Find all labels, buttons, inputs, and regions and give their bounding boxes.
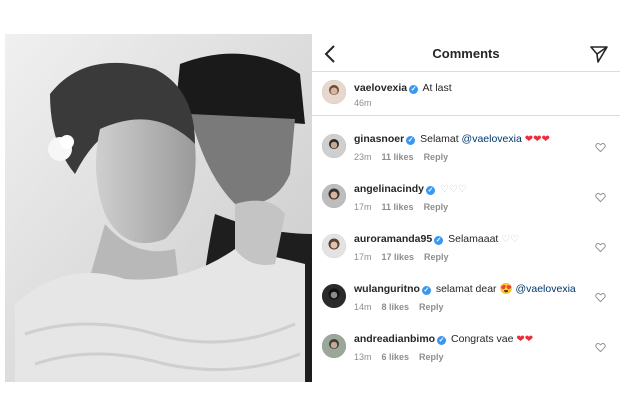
comment-time: 14m	[354, 302, 372, 312]
reply-button[interactable]: Reply	[424, 252, 449, 262]
comment-text: Selamaaat	[448, 233, 502, 245]
comment-time: 23m	[354, 152, 372, 162]
post-photo	[5, 34, 312, 382]
comment-time: 13m	[354, 352, 372, 362]
heart-outline-icon[interactable]	[595, 192, 606, 203]
emoji: ♡♡♡	[439, 184, 467, 195]
verified-badge-icon: ✓	[409, 85, 419, 94]
verified-badge-icon: ✓	[421, 286, 431, 295]
mention-link[interactable]: @vaelovexia	[462, 133, 522, 145]
avatar[interactable]	[322, 284, 346, 308]
verified-badge-icon: ✓	[434, 236, 444, 245]
caption-text: At last	[422, 82, 452, 94]
comment-text: Selamat	[420, 133, 462, 145]
comment-text: Congrats vae	[451, 333, 517, 345]
emoji: 😍	[499, 283, 513, 295]
verified-badge-icon: ✓	[426, 186, 436, 195]
verified-badge-icon: ✓	[437, 336, 447, 345]
emoji: ❤❤❤	[524, 134, 550, 145]
heart-outline-icon[interactable]	[595, 292, 606, 303]
paper-plane-icon[interactable]	[590, 45, 608, 63]
likes-count[interactable]: 6 likes	[382, 352, 410, 362]
comment-time: 17m	[354, 202, 372, 212]
heart-outline-icon[interactable]	[595, 142, 606, 153]
avatar[interactable]	[322, 334, 346, 358]
username[interactable]: ginasnoer	[354, 133, 404, 145]
post-caption: vaelovexia ✓ At last 46m	[312, 72, 620, 116]
likes-count[interactable]: 17 likes	[382, 252, 415, 262]
username[interactable]: andreadianbimo	[354, 333, 435, 345]
emoji: ❤❤	[516, 334, 534, 345]
avatar[interactable]	[322, 234, 346, 258]
heart-outline-icon[interactable]	[595, 342, 606, 353]
likes-count[interactable]: 11 likes	[382, 152, 414, 162]
reply-button[interactable]: Reply	[419, 302, 444, 312]
comment-text: selamat dear	[435, 283, 500, 295]
caption-time: 46m	[354, 98, 372, 108]
avatar[interactable]	[322, 184, 346, 208]
reply-button[interactable]: Reply	[419, 352, 444, 362]
comments-panel: Comments vaelovexia ✓ At last 46m ginasno…	[312, 34, 620, 382]
username[interactable]: angelinacindy	[354, 183, 424, 195]
comment-time: 17m	[354, 252, 372, 262]
avatar[interactable]	[322, 80, 346, 104]
mention-link[interactable]: @vaelovexia	[515, 283, 575, 295]
reply-button[interactable]: Reply	[424, 152, 449, 162]
likes-count[interactable]: 11 likes	[382, 202, 414, 212]
username[interactable]: auroramanda95	[354, 233, 432, 245]
heart-outline-icon[interactable]	[595, 242, 606, 253]
avatar[interactable]	[322, 134, 346, 158]
username[interactable]: vaelovexia	[354, 82, 407, 94]
likes-count[interactable]: 8 likes	[382, 302, 410, 312]
username[interactable]: wulanguritno	[354, 283, 420, 295]
header-bar: Comments	[312, 34, 620, 72]
emoji: ♡♡	[501, 234, 520, 245]
page-title: Comments	[432, 46, 500, 61]
reply-button[interactable]: Reply	[424, 202, 449, 212]
verified-badge-icon: ✓	[406, 136, 416, 145]
